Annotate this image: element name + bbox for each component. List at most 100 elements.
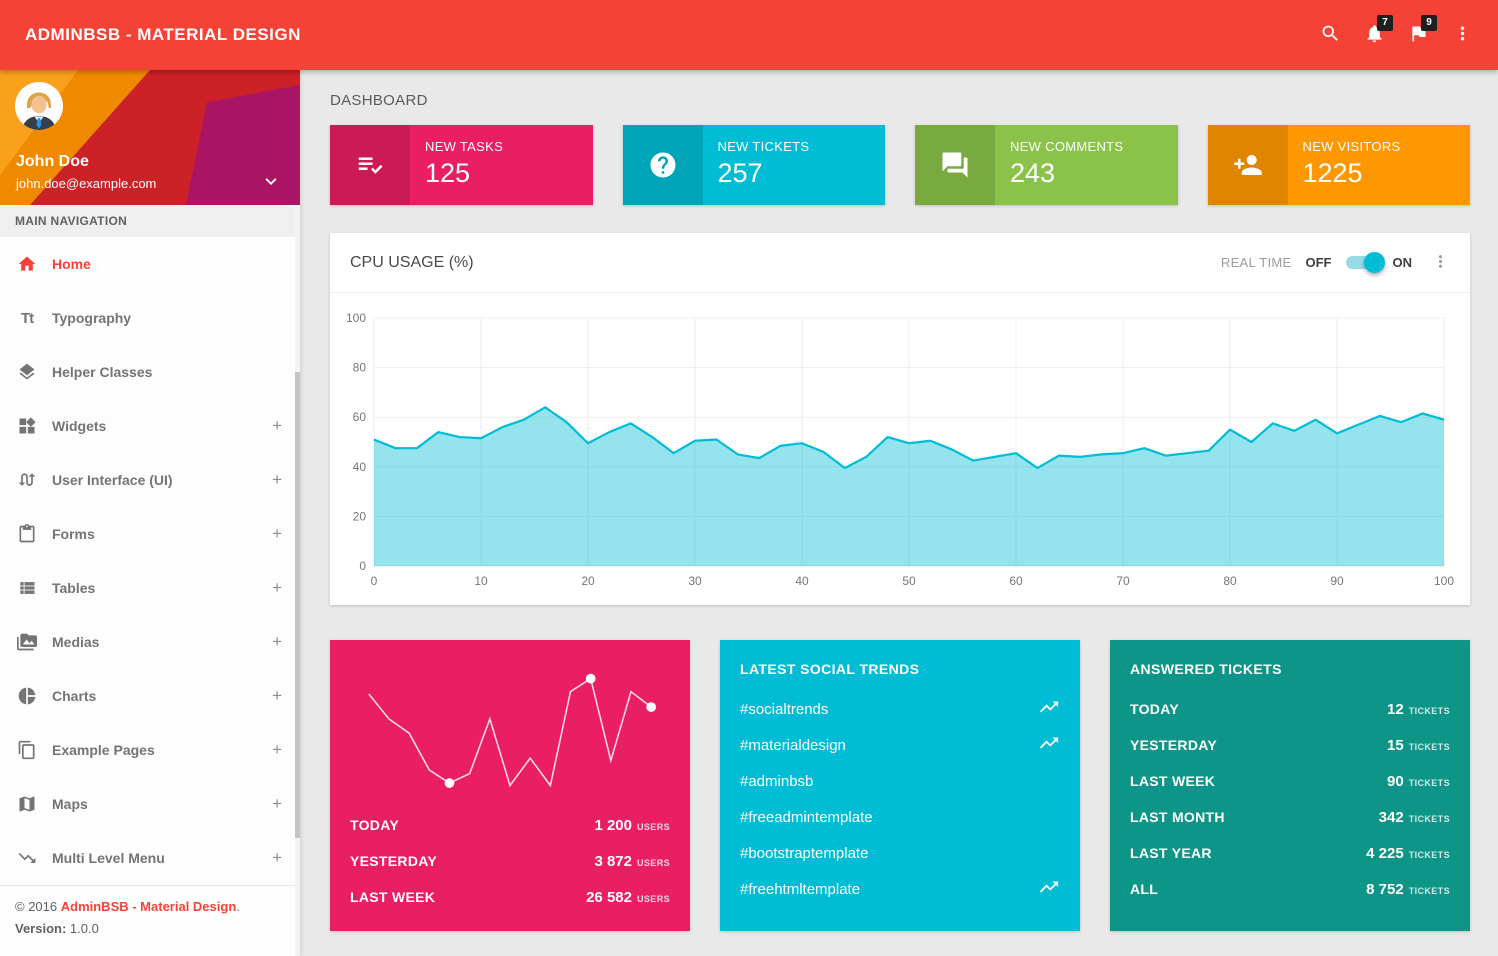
stat-row-yesterday: YESTERDAY15TICKETS	[1130, 727, 1450, 763]
answered-tickets-card: ANSWERED TICKETS TODAY12TICKETSYESTERDAY…	[1110, 640, 1470, 931]
expand-plus-icon: +	[272, 686, 282, 706]
realtime-toggle[interactable]	[1346, 256, 1379, 269]
trending-up-icon	[1038, 876, 1060, 902]
hashtag-label: #bootstraptemplate	[740, 845, 868, 862]
visitors-sparkline	[350, 659, 670, 807]
sidebar-item-label: Helper Classes	[52, 364, 282, 380]
trending-up-icon	[1038, 696, 1060, 722]
pie-chart-icon	[16, 685, 38, 707]
stat-unit: USERS	[637, 858, 670, 868]
svg-text:30: 30	[688, 574, 702, 588]
trend-list: #socialtrends #materialdesign#adminbsb #fr…	[740, 691, 1060, 907]
app-title[interactable]: ADMINBSB - MATERIAL DESIGN	[0, 25, 301, 45]
sidebar-item-forms[interactable]: Forms+	[0, 507, 300, 561]
user-menu-toggle[interactable]	[258, 170, 284, 196]
sidebar-item-home[interactable]: Home	[0, 237, 300, 291]
svg-text:0: 0	[359, 559, 366, 573]
sidebar: John Doe john.doe@example.com MAIN NAVIG…	[0, 70, 300, 956]
stat-unit: TICKETS	[1409, 706, 1450, 716]
brand-link[interactable]: AdminBSB - Material Design	[61, 899, 237, 914]
sidebar-item-charts[interactable]: Charts+	[0, 669, 300, 723]
bottom-cards-row: TODAY1 200USERSYESTERDAY3 872USERSLAST W…	[330, 640, 1470, 931]
sidebar-item-widgets[interactable]: Widgets+	[0, 399, 300, 453]
search-button[interactable]	[1308, 13, 1352, 57]
trend-item-freehtmltemplate[interactable]: #freehtmltemplate	[740, 871, 1060, 907]
svg-text:40: 40	[795, 574, 809, 588]
stat-label: ALL	[1130, 881, 1158, 897]
sidebar-item-medias[interactable]: Medias+	[0, 615, 300, 669]
svg-text:70: 70	[1116, 574, 1130, 588]
media-icon	[16, 631, 38, 653]
clipboard-icon	[16, 523, 38, 545]
notifications-button[interactable]: 7	[1352, 13, 1396, 57]
trend-item-socialtrends[interactable]: #socialtrends	[740, 691, 1060, 727]
info-box-value: 243	[1010, 158, 1168, 189]
svg-text:0: 0	[371, 574, 378, 588]
person-add-icon	[1208, 125, 1288, 205]
trend-item-adminbsb[interactable]: #adminbsb	[740, 763, 1060, 799]
table-list-icon	[16, 577, 38, 599]
stat-value: 1 200	[594, 817, 632, 834]
svg-text:100: 100	[346, 311, 366, 325]
sidebar-item-label: Widgets	[52, 418, 272, 434]
notifications-badge: 7	[1377, 15, 1393, 31]
info-box-label: NEW TICKETS	[718, 139, 876, 154]
trending-down-icon	[16, 847, 38, 869]
more-vert-icon	[1452, 23, 1473, 47]
stat-row-last-week: LAST WEEK90TICKETS	[1130, 763, 1450, 799]
chevron-down-icon	[260, 181, 282, 196]
stat-unit: TICKETS	[1409, 742, 1450, 752]
stat-label: YESTERDAY	[1130, 737, 1217, 753]
sidebar-item-maps[interactable]: Maps+	[0, 777, 300, 831]
avatar	[15, 82, 63, 130]
sidebar-item-tables[interactable]: Tables+	[0, 561, 300, 615]
svg-text:60: 60	[353, 410, 367, 424]
nav-list: HomeTtTypographyHelper ClassesWidgets+Us…	[0, 237, 300, 885]
trend-item-bootstraptemplate[interactable]: #bootstraptemplate	[740, 835, 1060, 871]
svg-text:40: 40	[353, 460, 367, 474]
swap-calls-icon	[16, 469, 38, 491]
cpu-card-menu-button[interactable]	[1428, 251, 1452, 275]
sidebar-item-example-pages[interactable]: Example Pages+	[0, 723, 300, 777]
info-box-value: 1225	[1303, 158, 1461, 189]
sidebar-scrollbar-thumb[interactable]	[295, 372, 300, 838]
version-value: 1.0.0	[70, 921, 99, 936]
cpu-card-title: CPU USAGE (%)	[350, 254, 474, 272]
sidebar-item-label: Home	[52, 256, 282, 272]
info-box-label: NEW VISITORS	[1303, 139, 1461, 154]
sidebar-item-user-interface-ui[interactable]: User Interface (UI)+	[0, 453, 300, 507]
svg-text:60: 60	[1009, 574, 1023, 588]
page-title: DASHBOARD	[330, 92, 1470, 109]
sidebar-item-label: Medias	[52, 634, 272, 650]
tickets-stats: TODAY12TICKETSYESTERDAY15TICKETSLAST WEE…	[1130, 691, 1450, 907]
sidebar-item-helper-classes[interactable]: Helper Classes	[0, 345, 300, 399]
sidebar-item-typography[interactable]: TtTypography	[0, 291, 300, 345]
hashtag-label: #freeadmintemplate	[740, 809, 873, 826]
sidebar-item-multi-level-menu[interactable]: Multi Level Menu+	[0, 831, 300, 885]
stat-value: 26 582	[586, 889, 632, 906]
stat-label: LAST YEAR	[1130, 845, 1212, 861]
search-icon	[1320, 23, 1341, 47]
toggle-knob[interactable]	[1364, 252, 1385, 273]
hashtag-label: #socialtrends	[740, 701, 828, 718]
stat-value: 4 225	[1366, 845, 1404, 862]
stat-unit: TICKETS	[1409, 850, 1450, 860]
trend-item-materialdesign[interactable]: #materialdesign	[740, 727, 1060, 763]
info-box-value: 125	[425, 158, 583, 189]
svg-text:90: 90	[1330, 574, 1344, 588]
stat-unit: USERS	[637, 822, 670, 832]
flags-button[interactable]: 9	[1396, 13, 1440, 57]
copyright-text: © 2016	[15, 899, 61, 914]
more-menu-button[interactable]	[1440, 13, 1484, 57]
sidebar-scrollbar[interactable]	[295, 205, 300, 956]
cpu-usage-chart: 0102030405060708090100020406080100	[330, 296, 1470, 602]
info-box-new-tickets: NEW TICKETS257	[623, 125, 886, 205]
expand-plus-icon: +	[272, 794, 282, 814]
trend-item-freeadmintemplate[interactable]: #freeadmintemplate	[740, 799, 1060, 835]
realtime-label: REAL TIME	[1221, 255, 1292, 270]
visitors-stats: TODAY1 200USERSYESTERDAY3 872USERSLAST W…	[350, 807, 670, 915]
toggle-on-label: ON	[1393, 255, 1413, 270]
stat-row-last-month: LAST MONTH342TICKETS	[1130, 799, 1450, 835]
info-box-new-tasks: NEW TASKS125	[330, 125, 593, 205]
info-box-new-visitors: NEW VISITORS 1225	[1208, 125, 1471, 205]
